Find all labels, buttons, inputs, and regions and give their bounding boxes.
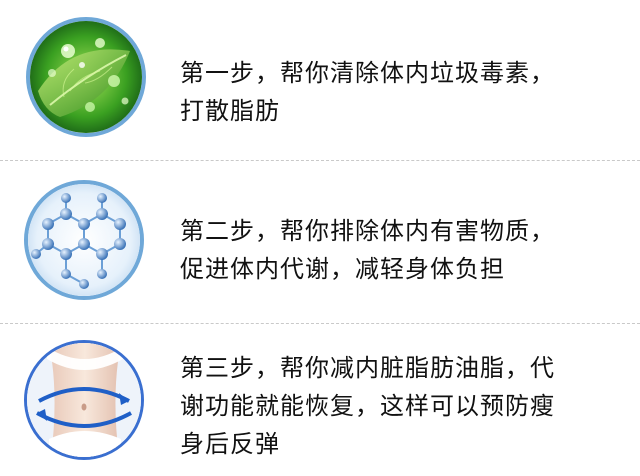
step-2-line-2: 促进体内代谢，减轻身体负担	[180, 255, 505, 283]
step-3-line-2: 谢功能就能恢复，这样可以预防瘦	[180, 392, 555, 420]
divider	[0, 160, 640, 161]
leaf-illustration	[30, 21, 142, 133]
step-3-line-1: 第三步，帮你减内脏脂肪油脂，代	[180, 354, 555, 382]
step-1-description: 第一步，帮你清除体内垃圾毒素， 打散脂肪	[180, 54, 620, 130]
molecule-illustration	[28, 184, 140, 296]
step-3-line-3: 身后反弹	[180, 430, 280, 458]
leaf-image	[26, 17, 146, 137]
step-2-description: 第二步，帮你排除体内有害物质， 促进体内代谢，减轻身体负担	[180, 212, 620, 288]
step-1-line-2: 打散脂肪	[180, 97, 280, 125]
step-1-line-1: 第一步，帮你清除体内垃圾毒素，	[180, 59, 555, 87]
divider	[0, 323, 640, 324]
step-2-line-1: 第二步，帮你排除体内有害物质，	[180, 217, 555, 245]
waist-image	[24, 340, 144, 460]
step-3-description: 第三步，帮你减内脏脂肪油脂，代 谢功能就能恢复，这样可以预防瘦 身后反弹	[180, 349, 620, 463]
waist-illustration	[27, 343, 141, 457]
molecule-image	[24, 180, 144, 300]
